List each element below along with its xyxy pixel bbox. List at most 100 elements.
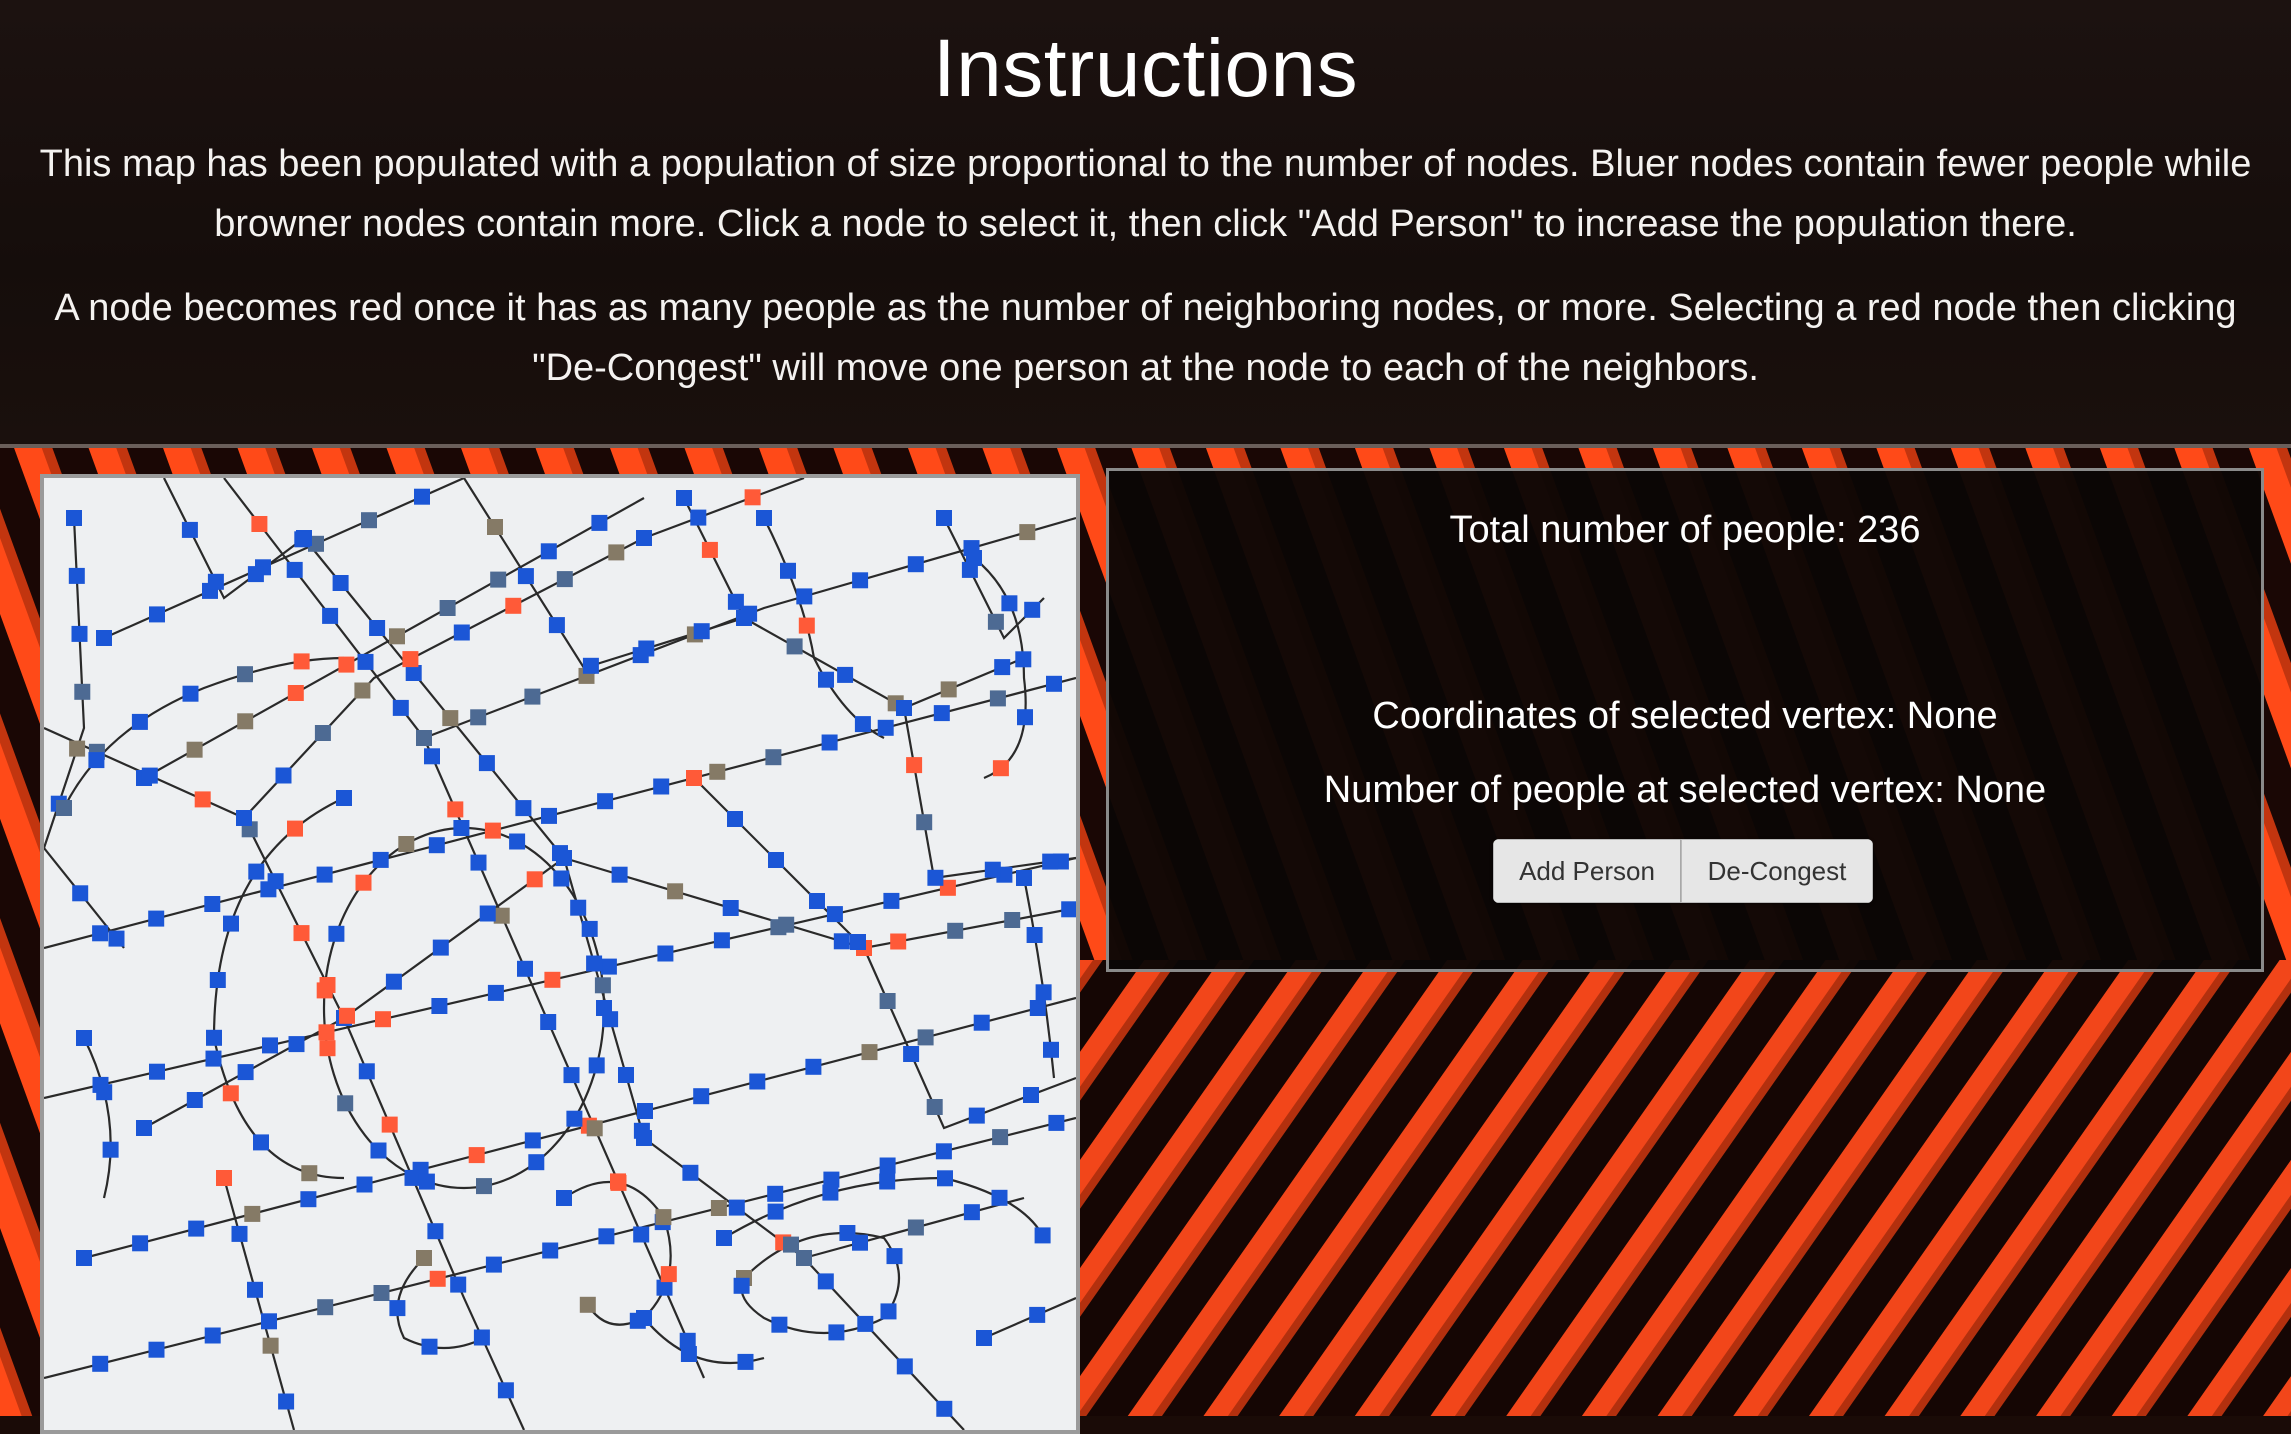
graph-node[interactable]	[854, 716, 871, 733]
graph-node[interactable]	[92, 925, 109, 942]
graph-node[interactable]	[940, 681, 957, 698]
graph-node[interactable]	[693, 1088, 710, 1105]
graph-node[interactable]	[936, 1400, 953, 1417]
graph-node[interactable]	[744, 489, 761, 506]
graph-node[interactable]	[524, 1132, 541, 1149]
graph-node[interactable]	[375, 1011, 391, 1028]
graph-node[interactable]	[431, 998, 448, 1014]
graph-node[interactable]	[505, 597, 522, 614]
graph-node[interactable]	[293, 925, 310, 942]
graph-node[interactable]	[798, 617, 815, 634]
graph-node[interactable]	[879, 1173, 896, 1190]
graph-node[interactable]	[633, 1226, 650, 1243]
graph-node[interactable]	[1016, 870, 1032, 886]
graph-node[interactable]	[262, 1037, 278, 1054]
graph-node[interactable]	[421, 1338, 438, 1355]
graph-node[interactable]	[432, 939, 449, 956]
graph-node[interactable]	[314, 725, 331, 741]
graph-node[interactable]	[736, 610, 752, 626]
graph-node[interactable]	[610, 1174, 627, 1191]
graph-node[interactable]	[381, 1116, 398, 1133]
graph-node[interactable]	[783, 1236, 799, 1253]
graph-node[interactable]	[470, 854, 487, 871]
graph-node[interactable]	[237, 713, 254, 730]
graph-node[interactable]	[188, 1220, 205, 1237]
graph-node[interactable]	[509, 833, 526, 850]
graph-node[interactable]	[74, 683, 91, 700]
graph-node[interactable]	[209, 972, 226, 988]
graph-node[interactable]	[756, 510, 772, 526]
graph-node[interactable]	[517, 960, 533, 977]
graph-node[interactable]	[356, 1176, 373, 1193]
graph-node[interactable]	[579, 1296, 596, 1313]
graph-node[interactable]	[442, 710, 459, 727]
graph-node[interactable]	[490, 571, 507, 588]
graph-node[interactable]	[636, 530, 652, 546]
graph-node[interactable]	[108, 930, 125, 947]
graph-node[interactable]	[880, 1303, 897, 1320]
graph-node[interactable]	[262, 1337, 279, 1354]
graph-node[interactable]	[357, 653, 374, 670]
graph-node[interactable]	[886, 1248, 903, 1265]
graph-node[interactable]	[404, 1169, 421, 1186]
graph-node[interactable]	[267, 873, 284, 890]
graph-node[interactable]	[839, 1225, 856, 1241]
graph-node[interactable]	[749, 1073, 766, 1090]
graph-node[interactable]	[780, 562, 796, 579]
graph-node[interactable]	[542, 1242, 559, 1259]
graph-node[interactable]	[318, 1024, 335, 1041]
add-person-button[interactable]: Add Person	[1493, 839, 1681, 903]
graph-node[interactable]	[429, 1270, 446, 1287]
graph-node[interactable]	[1035, 984, 1052, 1001]
graph-node[interactable]	[278, 1393, 295, 1410]
graph-node[interactable]	[216, 1170, 232, 1186]
graph-node[interactable]	[517, 568, 534, 585]
graph-node[interactable]	[88, 752, 105, 769]
graph-node[interactable]	[966, 550, 982, 566]
graph-node[interactable]	[1034, 1227, 1051, 1244]
graph-node[interactable]	[470, 709, 487, 726]
graph-node[interactable]	[594, 977, 611, 994]
graph-node[interactable]	[493, 907, 510, 924]
graph-node[interactable]	[237, 666, 253, 683]
graph-node[interactable]	[591, 514, 608, 531]
graph-node[interactable]	[991, 1189, 1008, 1206]
graph-node[interactable]	[682, 1164, 699, 1181]
graph-node[interactable]	[657, 945, 674, 962]
graph-node[interactable]	[361, 512, 377, 529]
graph-node[interactable]	[453, 624, 470, 641]
graph-node[interactable]	[102, 1141, 119, 1158]
graph-node[interactable]	[805, 1058, 822, 1075]
graph-node[interactable]	[515, 800, 532, 817]
graph-node[interactable]	[1042, 853, 1059, 870]
graph-node[interactable]	[987, 613, 1004, 630]
graph-node[interactable]	[428, 837, 445, 854]
graph-node[interactable]	[1046, 675, 1062, 692]
graph-node[interactable]	[66, 510, 82, 526]
graph-node[interactable]	[131, 713, 148, 730]
graph-node[interactable]	[540, 543, 557, 560]
graph-node[interactable]	[247, 566, 264, 583]
graph-node[interactable]	[253, 1134, 269, 1151]
graph-node[interactable]	[251, 516, 268, 532]
graph-node[interactable]	[355, 874, 372, 891]
graph-node[interactable]	[222, 1085, 239, 1102]
graph-node[interactable]	[186, 1092, 203, 1108]
graph-node[interactable]	[236, 810, 252, 826]
graph-node[interactable]	[497, 1382, 514, 1399]
graph-node[interactable]	[479, 905, 496, 922]
graph-node[interactable]	[879, 993, 896, 1009]
graph-node[interactable]	[917, 1029, 934, 1046]
graph-node[interactable]	[418, 1173, 435, 1190]
graph-node[interactable]	[767, 1185, 784, 1202]
graph-node[interactable]	[903, 1046, 920, 1062]
graph-node[interactable]	[582, 657, 599, 674]
graph-node[interactable]	[369, 620, 386, 636]
graph-node[interactable]	[1004, 912, 1021, 928]
graph-node[interactable]	[385, 973, 402, 990]
graph-node[interactable]	[316, 982, 333, 999]
graph-node[interactable]	[322, 607, 339, 624]
graph-node[interactable]	[586, 1120, 603, 1137]
graph-node[interactable]	[275, 767, 292, 784]
graph-node[interactable]	[727, 593, 744, 610]
